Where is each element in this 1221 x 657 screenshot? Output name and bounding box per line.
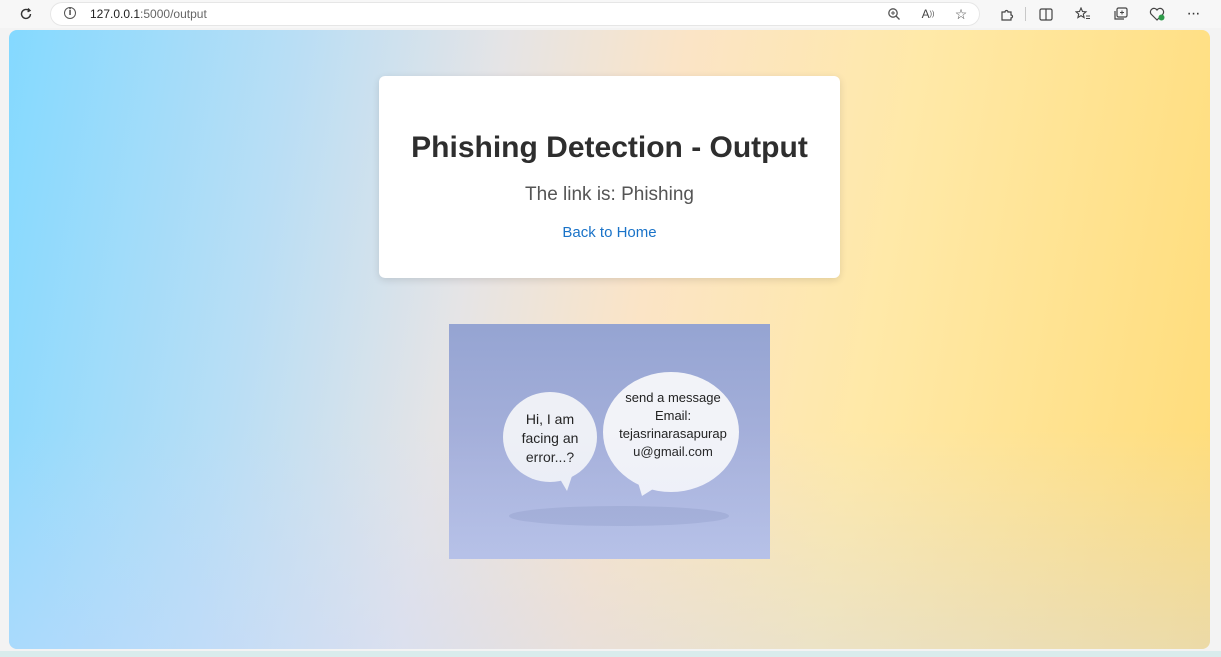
toolbar-divider: [1025, 7, 1026, 21]
puzzle-icon[interactable]: [995, 4, 1017, 24]
zoom-icon[interactable]: [884, 5, 904, 23]
heart-icon[interactable]: [1146, 4, 1168, 24]
page-viewport: Phishing Detection - Output The link is:…: [9, 30, 1210, 649]
small-bubble-text: Hi, I am facing an error...?: [521, 411, 579, 465]
speech-bubbles-image: Hi, I am facing an error...? send a mess…: [449, 324, 770, 559]
collections-icon[interactable]: [1109, 4, 1131, 24]
read-aloud-icon[interactable]: A)): [918, 5, 938, 23]
reload-icon[interactable]: [15, 4, 37, 24]
address-bar[interactable]: i 127.0.0.1:5000/output A)) ☆: [50, 2, 980, 26]
page-title: Phishing Detection - Output: [411, 131, 808, 164]
large-bubble-text: send a message Email: tejasrinarasapurap…: [619, 390, 727, 459]
window-edge: [1213, 30, 1221, 651]
output-card: Phishing Detection - Output The link is:…: [379, 76, 840, 278]
favorites-icon[interactable]: [1072, 4, 1094, 24]
info-icon[interactable]: i: [64, 7, 76, 19]
split-screen-icon[interactable]: [1035, 4, 1057, 24]
taskbar-strip: [0, 651, 1221, 657]
back-to-home-link[interactable]: Back to Home: [379, 224, 840, 241]
result-text: The link is: Phishing: [525, 184, 694, 205]
more-icon[interactable]: ···: [1182, 4, 1204, 24]
browser-toolbar: i 127.0.0.1:5000/output A)) ☆ ···: [0, 0, 1221, 28]
url-text[interactable]: 127.0.0.1:5000/output: [90, 7, 207, 21]
star-icon[interactable]: ☆: [951, 5, 971, 23]
